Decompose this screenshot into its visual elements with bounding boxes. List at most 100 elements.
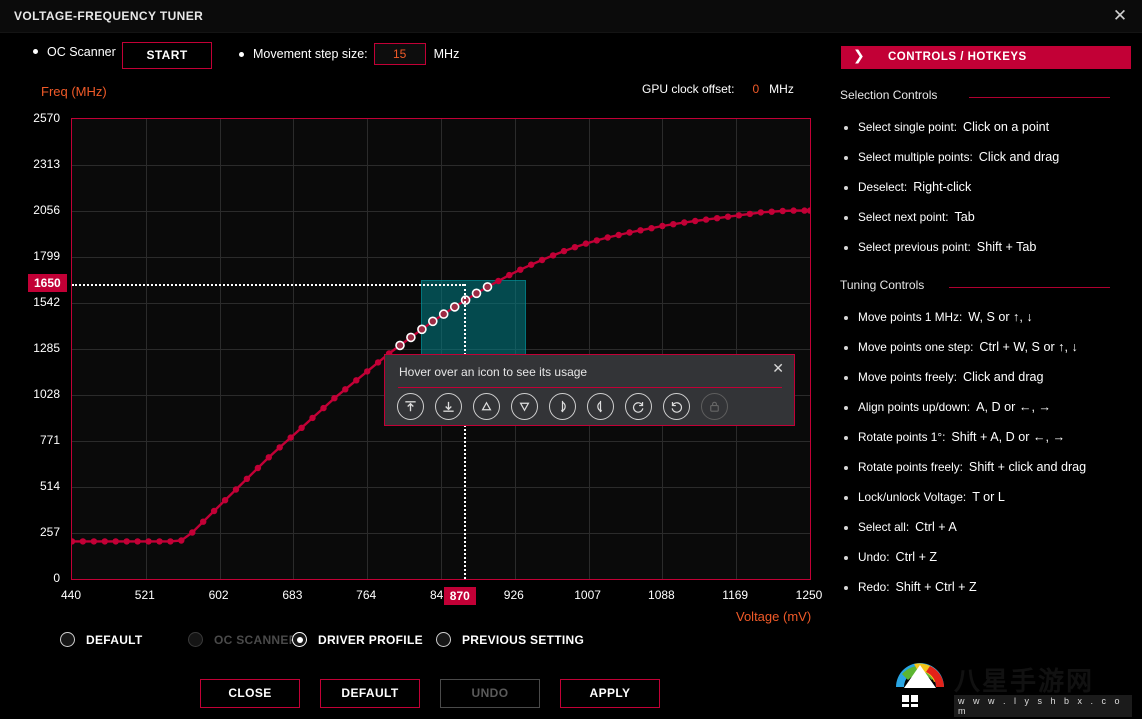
profile-radio-default[interactable]: DEFAULT	[60, 632, 143, 647]
curve-point[interactable]	[594, 237, 600, 243]
curve-point[interactable]	[561, 248, 567, 254]
curve-point[interactable]	[626, 229, 632, 235]
close-button[interactable]: CLOSE	[200, 679, 300, 708]
curve-point[interactable]	[255, 465, 261, 471]
curve-point[interactable]	[375, 359, 381, 365]
footer-button-bar: CLOSEDEFAULTUNDOAPPLY	[0, 679, 830, 711]
controls-hotkeys-panel: ❯ CONTROLS / HOTKEYS Selection Controls S…	[830, 33, 1142, 719]
curve-point[interactable]	[298, 425, 304, 431]
curve-point[interactable]	[807, 207, 810, 213]
curve-point-selected[interactable]	[407, 333, 415, 341]
curve-point[interactable]	[342, 386, 348, 392]
curve-point[interactable]	[72, 538, 75, 544]
curve-point[interactable]	[134, 538, 140, 544]
section-title: Tuning Controls	[840, 278, 924, 292]
hotkey-item: Select all:Ctrl + A	[844, 520, 957, 534]
curve-point[interactable]	[353, 377, 359, 383]
align-top-icon[interactable]	[397, 393, 424, 420]
curve-point-selected[interactable]	[418, 325, 426, 333]
curve-point[interactable]	[102, 538, 108, 544]
curve-point[interactable]	[790, 207, 796, 213]
vf-curve-chart[interactable]	[71, 118, 811, 580]
curve-point[interactable]	[222, 497, 228, 503]
curve-point[interactable]	[288, 434, 294, 440]
curve-point[interactable]	[659, 223, 665, 229]
curve-point[interactable]	[124, 538, 130, 544]
curve-point[interactable]	[769, 209, 775, 215]
curve-point[interactable]	[605, 234, 611, 240]
profile-radio-driver-profile[interactable]: DRIVER PROFILE	[292, 632, 423, 647]
curve-point[interactable]	[539, 257, 545, 263]
vf-curve-series[interactable]	[72, 119, 810, 579]
close-icon[interactable]: ✕	[1108, 4, 1132, 28]
profile-radio-previous-setting[interactable]: PREVIOUS SETTING	[436, 632, 584, 647]
rotate-right-icon[interactable]	[587, 393, 614, 420]
curve-point[interactable]	[681, 219, 687, 225]
curve-point[interactable]	[583, 240, 589, 246]
curve-point[interactable]	[156, 538, 162, 544]
rotate-counterclockwise-icon[interactable]	[663, 393, 690, 420]
curve-point-selected[interactable]	[396, 341, 404, 349]
curve-point[interactable]	[244, 476, 250, 482]
controls-panel-header[interactable]: ❯ CONTROLS / HOTKEYS	[841, 46, 1131, 69]
curve-point-selected[interactable]	[484, 283, 492, 291]
curve-point[interactable]	[266, 454, 272, 460]
section-title: Selection Controls	[840, 88, 937, 102]
curve-point[interactable]	[714, 215, 720, 221]
default-button[interactable]: DEFAULT	[320, 679, 420, 708]
curve-point[interactable]	[211, 508, 217, 514]
curve-point[interactable]	[309, 415, 315, 421]
curve-point[interactable]	[550, 252, 556, 258]
rotate-clockwise-icon[interactable]	[625, 393, 652, 420]
curve-point[interactable]	[637, 227, 643, 233]
curve-point[interactable]	[91, 538, 97, 544]
curve-point[interactable]	[189, 529, 195, 535]
curve-point[interactable]	[692, 218, 698, 224]
curve-point[interactable]	[495, 278, 501, 284]
curve-point[interactable]	[320, 405, 326, 411]
start-button[interactable]: START	[122, 42, 212, 69]
oc-scanner-label: OC Scanner	[47, 45, 116, 59]
curve-point[interactable]	[616, 232, 622, 238]
curve-point[interactable]	[517, 267, 523, 273]
bullet-icon	[844, 496, 848, 500]
curve-point[interactable]	[331, 395, 337, 401]
curve-point[interactable]	[528, 262, 534, 268]
y-tick-label: 0	[4, 571, 60, 585]
curve-point[interactable]	[277, 444, 283, 450]
rotate-left-icon[interactable]	[549, 393, 576, 420]
y-tick-label: 2570	[4, 111, 60, 125]
curve-point[interactable]	[113, 538, 119, 544]
move-up-icon[interactable]	[473, 393, 500, 420]
curve-point[interactable]	[145, 538, 151, 544]
curve-point[interactable]	[80, 538, 86, 544]
curve-point-selected[interactable]	[451, 303, 459, 311]
curve-point[interactable]	[725, 214, 731, 220]
curve-point[interactable]	[178, 537, 184, 543]
align-bottom-icon[interactable]	[435, 393, 462, 420]
curve-point[interactable]	[233, 486, 239, 492]
curve-point[interactable]	[648, 225, 654, 231]
watermark-logo-icon	[892, 657, 948, 707]
curve-point[interactable]	[747, 211, 753, 217]
curve-point[interactable]	[572, 244, 578, 250]
oc-scanner-group: OC Scanner	[33, 43, 116, 61]
curve-point[interactable]	[801, 207, 807, 213]
curve-point-selected[interactable]	[429, 317, 437, 325]
curve-point[interactable]	[758, 209, 764, 215]
curve-point[interactable]	[167, 538, 173, 544]
curve-point[interactable]	[670, 221, 676, 227]
curve-point[interactable]	[780, 208, 786, 214]
curve-point[interactable]	[703, 216, 709, 222]
curve-point-selected[interactable]	[473, 289, 481, 297]
curve-point[interactable]	[364, 368, 370, 374]
move-down-icon[interactable]	[511, 393, 538, 420]
hotkey-label: Lock/unlock Voltage:	[858, 490, 966, 504]
curve-point[interactable]	[736, 212, 742, 218]
curve-point[interactable]	[200, 519, 206, 525]
close-icon[interactable]: ✕	[772, 361, 784, 377]
apply-button[interactable]: APPLY	[560, 679, 660, 708]
curve-point-selected[interactable]	[440, 310, 448, 318]
movement-step-input[interactable]: 15	[374, 43, 426, 65]
curve-point[interactable]	[506, 272, 512, 278]
